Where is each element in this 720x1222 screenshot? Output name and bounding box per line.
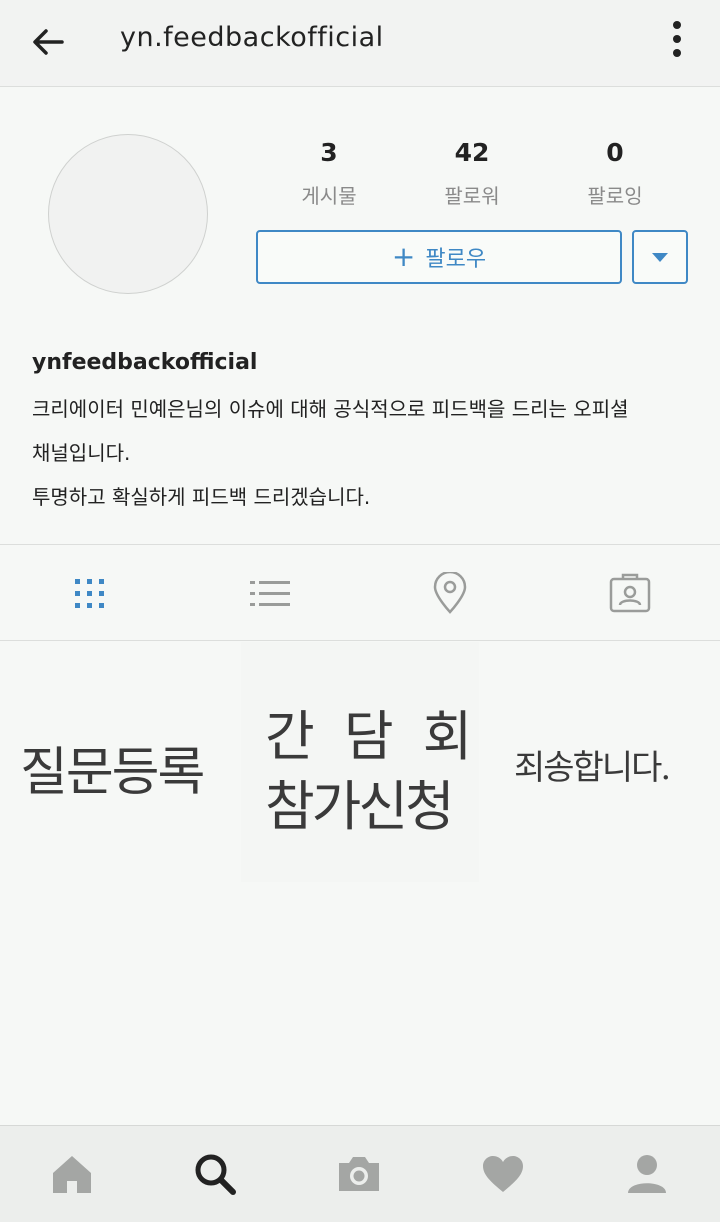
tagged-person-icon: [609, 573, 651, 613]
arrow-left-icon: [33, 29, 64, 55]
nav-profile[interactable]: [619, 1148, 675, 1200]
nav-search[interactable]: [187, 1148, 243, 1200]
nav-home[interactable]: [44, 1148, 100, 1200]
post-text: 질문등록: [20, 743, 205, 803]
list-icon: [250, 581, 290, 606]
stat-posts-label: 게시물: [301, 184, 357, 208]
suggestions-dropdown-button[interactable]: [632, 230, 688, 284]
tab-tagged[interactable]: [606, 570, 654, 618]
stat-followers[interactable]: 42 팔로워: [397, 138, 547, 209]
follow-label: 팔로우: [425, 247, 487, 272]
heart-icon: [483, 1156, 523, 1192]
bio-line: 투명하고 확실하게 피드백 드리겠습니다.: [32, 485, 371, 509]
home-icon: [53, 1156, 91, 1193]
post-tile[interactable]: 질문등록: [0, 642, 238, 882]
location-pin-icon: [433, 572, 467, 614]
stat-posts-count: 3: [320, 138, 338, 167]
post-tile[interactable]: 죄송합니다.: [482, 642, 720, 882]
divider: [0, 544, 720, 545]
profile-icon: [628, 1155, 666, 1193]
header-username: yn.feedbackofficial: [120, 22, 384, 53]
more-options-button[interactable]: [662, 16, 692, 68]
stat-followers-count: 42: [454, 138, 490, 167]
more-vertical-icon: [662, 21, 692, 57]
post-text: 참가신청: [265, 775, 455, 838]
grid-icon: [75, 579, 104, 608]
follow-button[interactable]: + 팔로우: [256, 230, 622, 284]
stat-following-count: 0: [606, 138, 624, 167]
tab-list[interactable]: [246, 570, 294, 618]
back-button[interactable]: [24, 18, 72, 66]
nav-camera[interactable]: [331, 1148, 387, 1200]
search-icon: [195, 1154, 236, 1195]
nav-activity[interactable]: [475, 1148, 531, 1200]
camera-icon: [339, 1157, 379, 1191]
profile-name: ynfeedbackofficial: [32, 350, 258, 375]
post-text: 간 담 회: [265, 705, 479, 768]
bio-line: 채널입니다.: [32, 441, 131, 465]
plus-icon: +: [391, 240, 416, 273]
post-text: 죄송합니다.: [514, 748, 671, 788]
stat-following-label: 팔로잉: [587, 184, 643, 208]
divider: [0, 640, 720, 641]
stat-followers-label: 팔로워: [444, 184, 500, 208]
tab-location[interactable]: [426, 570, 474, 618]
chevron-down-icon: [652, 252, 668, 262]
post-tile[interactable]: 간 담 회 참가신청: [241, 642, 479, 882]
stat-posts[interactable]: 3 게시물: [254, 138, 404, 209]
top-app-bar: yn.feedbackofficial: [0, 0, 720, 87]
avatar[interactable]: [48, 134, 208, 294]
tab-grid[interactable]: [66, 570, 114, 618]
bio-line: 크리에이터 민예은님의 이슈에 대해 공식적으로 피드백을 드리는 오피셜: [32, 397, 629, 421]
stat-following[interactable]: 0 팔로잉: [540, 138, 690, 209]
